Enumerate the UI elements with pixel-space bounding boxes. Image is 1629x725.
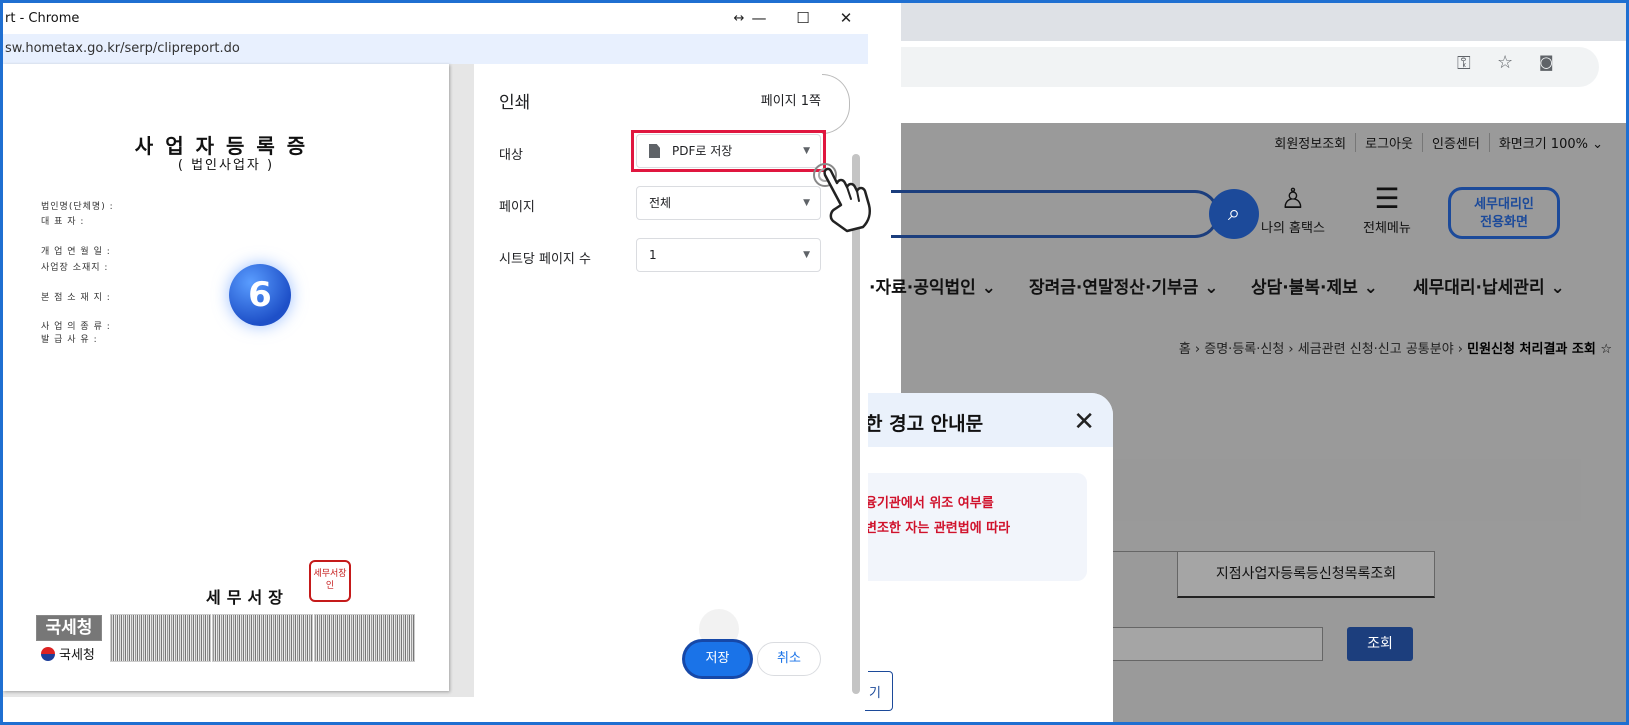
nts-logo: 국세청 [41,644,95,663]
breadcrumb: 홈 › 증명·등록·신청 › 세금관련 신청·신고 공통분야 › 민원신청 처리… [1179,338,1612,357]
logout-link[interactable]: 로그아웃 [1355,133,1422,152]
field-issue-reason: 발 급 사 유 : [41,335,98,345]
modal-close-icon[interactable]: ✕ [1073,407,1095,437]
background-input[interactable] [1079,627,1323,661]
pages-value: 전체 [649,196,672,210]
gnb-item-consult[interactable]: 상담·불복·제보 ⌄ [1251,273,1378,298]
warning-modal: 한 경고 안내문 ✕ 융기관에서 위조 여부를 변조한 자는 관련법에 따라 기 [865,393,1113,722]
screen-size-link[interactable]: 화면크기 100% ⌄ [1488,133,1612,152]
step-6-badge: 6 [229,264,291,326]
site-search-input[interactable] [891,190,1219,238]
field-corp-name: 법인명(단체명) : [41,202,114,212]
field-hq-location: 본 점 소 재 지 : [41,293,111,303]
member-info-link[interactable]: 회원정보조회 [1265,133,1355,152]
tax-office-chief: 세무서장 [206,588,289,607]
chevron-down-icon: ▼ [803,250,810,260]
cancel-button[interactable]: 취소 [757,642,821,676]
minimize-button[interactable]: — [737,3,781,34]
modal-header: 한 경고 안내문 ✕ [865,393,1113,447]
breadcrumb-current: 민원신청 처리결과 조회 ☆ [1467,342,1612,357]
background-panel [1051,459,1581,521]
all-menu-label: 전체메뉴 [1363,221,1411,236]
lookup-button[interactable]: 조회 [1347,627,1413,661]
business-registration-page: 사업자등록증 ( 법인사업자 ) 법인명(단체명) : 대 표 자 : 개 업 … [3,64,449,691]
field-open-date: 개 업 연 월 일 : [41,247,111,257]
maximize-button[interactable]: ☐ [781,3,825,34]
print-heading: 인쇄 [499,93,531,113]
cert-center-link[interactable]: 인증센터 [1421,133,1489,152]
modal-warning-line2: 변조한 자는 관련법에 따라 [865,521,1011,536]
field-business-type: 사 업 의 종 류 : [41,322,111,332]
background-tabstrip [901,3,1626,41]
gnb-item-incentive[interactable]: 장려금·연말정산·기부금 ⌄ [1029,273,1218,298]
tax-agent-line1: 세무대리인 [1474,197,1534,212]
print-settings-panel: 인쇄 페이지 1쪽 대상 PDF로 저장 ▼ 페이지 전체 ▼ 시트당 페이지 … [474,64,868,697]
barcode-1 [110,614,211,662]
breadcrumb-path[interactable]: 홈 › 증명·등록·신청 › 세금관련 신청·신고 공통분야 › [1179,342,1463,357]
destination-label: 대상 [499,148,523,163]
pages-label: 페이지 [499,200,535,215]
search-icon[interactable]: ⌕ [1209,189,1259,239]
pages-select[interactable]: 전체 ▼ [636,186,821,220]
user-bell-icon: ♙ [1280,182,1306,215]
nts-logo-text: 국세청 [59,648,95,663]
background-toolbar: ⚿ ☆ ◙ [901,41,1626,91]
save-button[interactable]: 저장 [685,642,750,676]
close-window-button[interactable]: ✕ [824,3,868,34]
all-menu-button[interactable]: ☰ 전체메뉴 [1363,181,1411,236]
gnb-item-data[interactable]: ·자료·공익법인 ⌄ [869,273,996,298]
official-seal-icon: 세무서장인 [309,560,351,602]
barcode-2 [212,614,313,662]
my-hometax-button[interactable]: ♙ 나의 홈택스 [1261,181,1325,236]
key-icon[interactable]: ⚿ [1457,53,1471,74]
camera-icon[interactable]: ◙ [1539,53,1554,71]
nts-watermark-box: 국세청 [36,615,102,641]
print-popup-window: rt - Chrome ↔ — ☐ ✕ sw.hometax.go.kr/ser… [3,3,868,697]
pages-per-sheet-value: 1 [649,248,657,262]
modal-footer-button[interactable]: 기 [865,671,893,711]
hamburger-icon: ☰ [1374,182,1400,215]
chevron-down-icon: ▼ [803,198,810,208]
print-preview-area: 사업자등록증 ( 법인사업자 ) 법인명(단체명) : 대 표 자 : 개 업 … [3,64,474,697]
pages-per-sheet-label: 시트당 페이지 수 [499,252,591,267]
modal-title: 한 경고 안내문 [865,413,984,435]
pages-per-sheet-select[interactable]: 1 ▼ [636,238,821,272]
hand-pointer-icon [813,163,871,233]
page-count: 페이지 1쪽 [760,94,821,109]
field-location: 사업장 소재지 : [41,263,109,273]
tax-agent-button[interactable]: 세무대리인 전용화면 [1448,187,1560,239]
modal-warning-box: 융기관에서 위조 여부를 변조한 자는 관련법에 따라 [865,473,1087,581]
bookmark-star-icon[interactable]: ☆ [1497,52,1513,73]
utility-links: 회원정보조회 로그아웃 인증센터 화면크기 100% ⌄ [1265,133,1612,152]
screenshot-frame: ⚿ ☆ ◙ 회원정보조회 로그아웃 인증센터 화면크기 100% ⌄ ⌕ ♙ 나… [0,0,1629,725]
taegeuk-icon [41,647,55,661]
doc-subtitle: ( 법인사업자 ) [177,158,275,173]
panel-edge [822,74,850,134]
tax-agent-line2: 전용화면 [1480,215,1528,230]
barcode-3 [314,614,415,662]
my-hometax-label: 나의 홈택스 [1261,221,1325,236]
destination-highlight [631,130,826,172]
popup-address-bar: sw.hometax.go.kr/serp/clipreport.do [3,34,868,64]
background-omnibox[interactable] [901,47,1599,87]
gnb-item-agent[interactable]: 세무대리·납세관리 ⌄ [1413,273,1565,298]
field-representative: 대 표 자 : [41,217,85,227]
tab-branch-list[interactable]: 지점사업자등록등신청목록조회 [1177,551,1435,598]
modal-warning-line1: 융기관에서 위조 여부를 [865,496,994,511]
settings-scrollbar[interactable] [852,154,860,694]
